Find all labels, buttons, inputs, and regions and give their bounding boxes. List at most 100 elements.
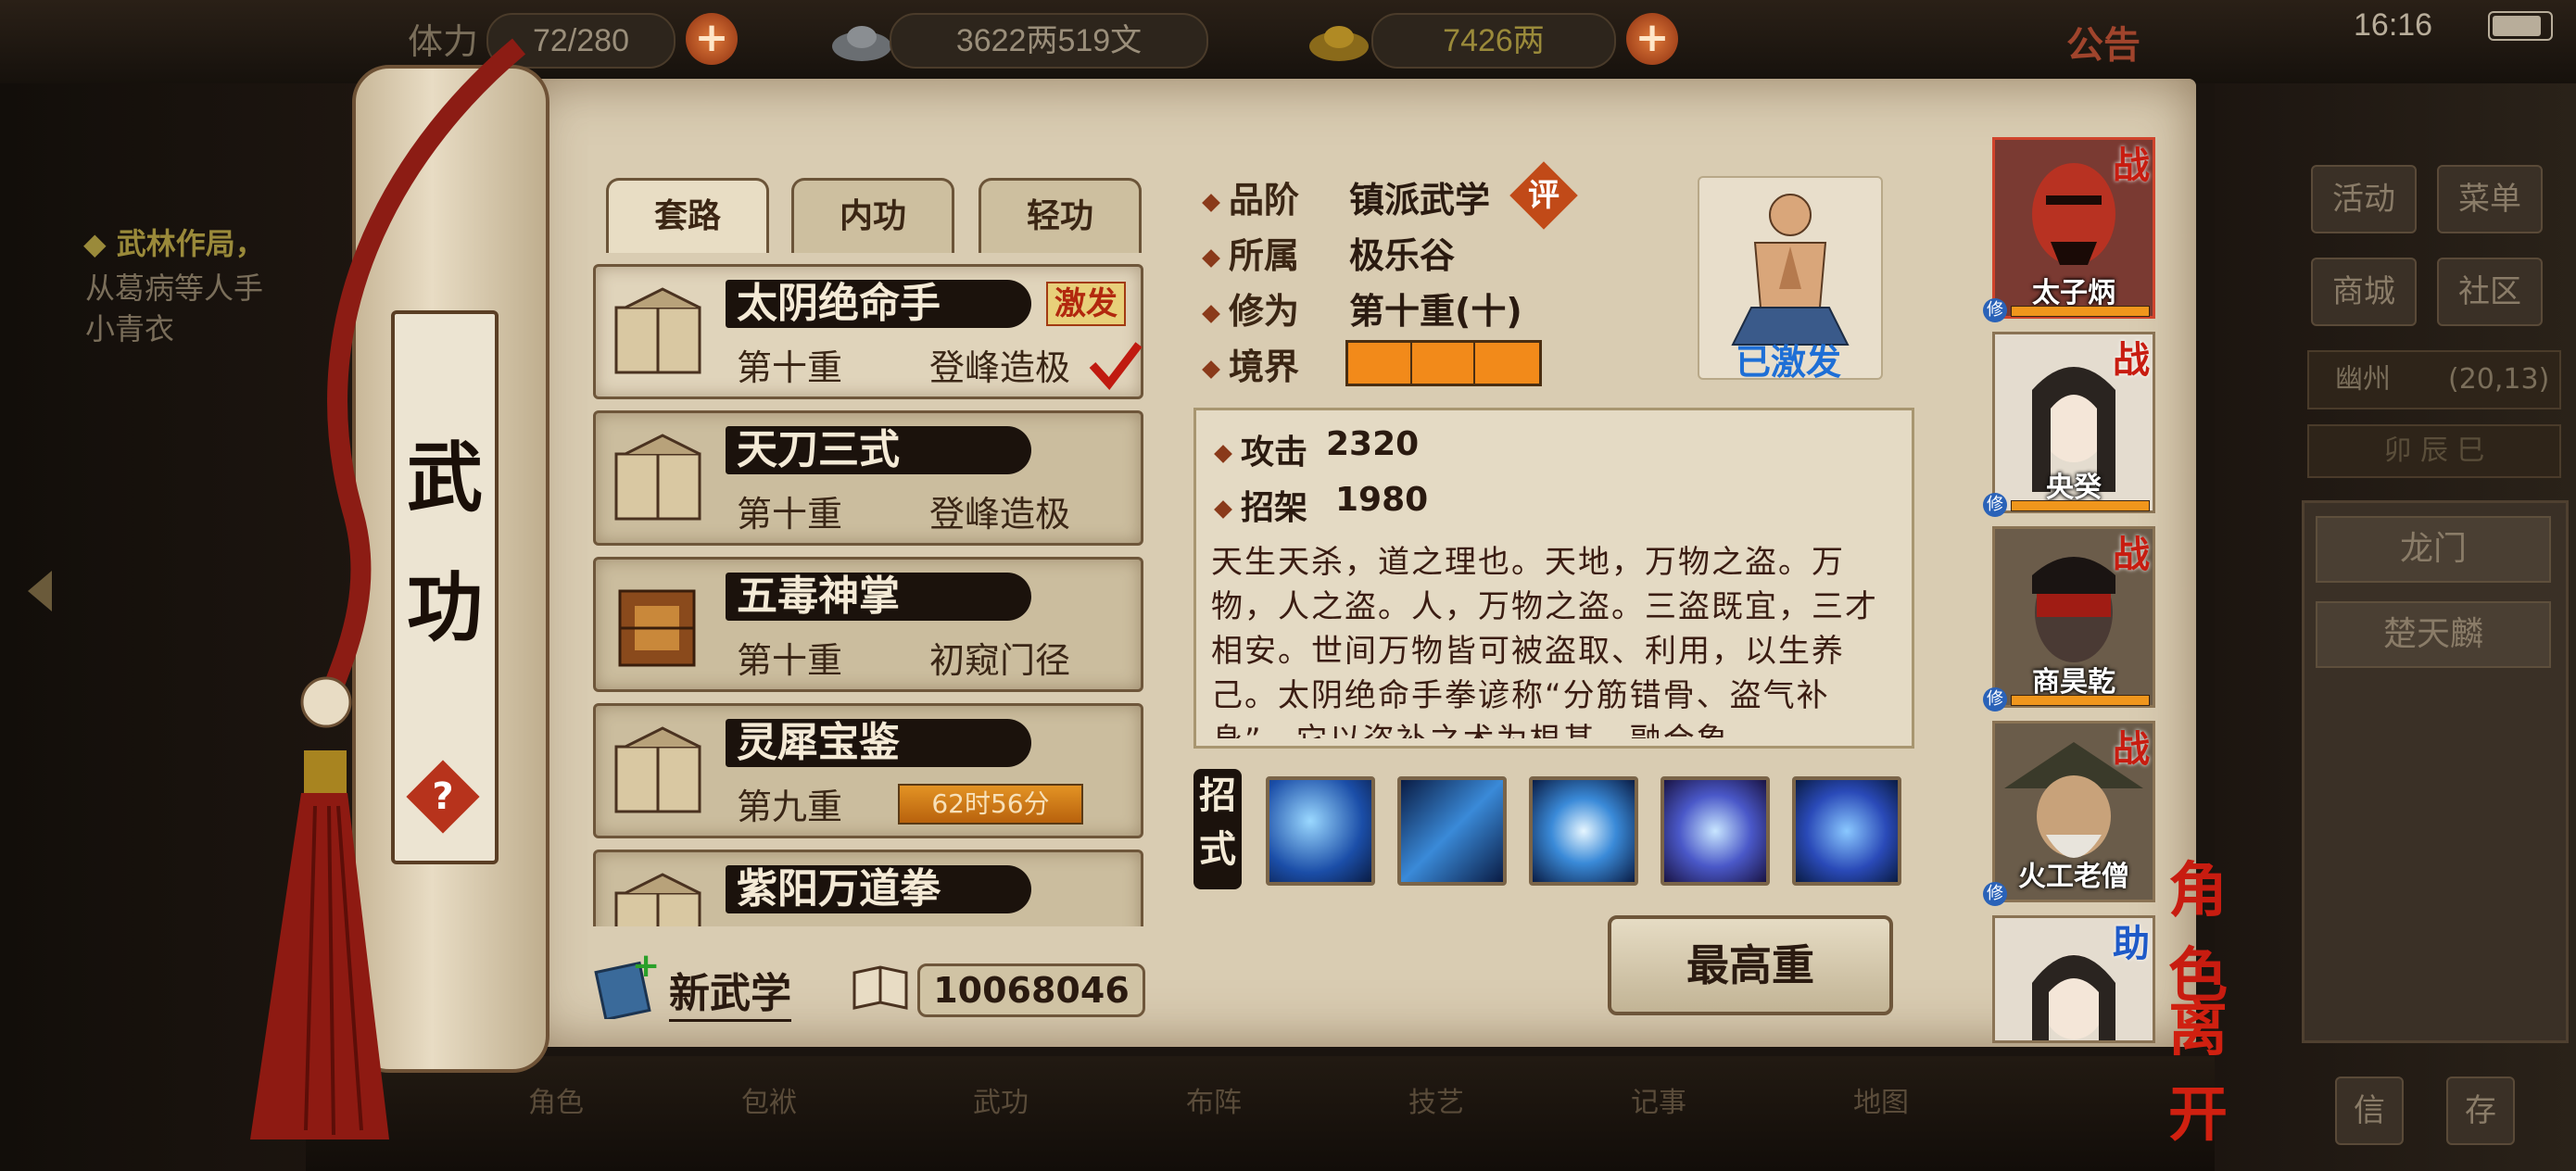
parry-label: 招架 bbox=[1214, 481, 1307, 529]
belong-label: 所属 bbox=[1202, 227, 1299, 278]
move-slot-4[interactable] bbox=[1661, 776, 1770, 886]
skill-item[interactable]: 太阴绝命手 激发 第十重 登峰造极 bbox=[593, 264, 1143, 399]
skill-rank: 登峰造极 bbox=[929, 494, 1071, 535]
training-timer: 62时56分 bbox=[898, 784, 1083, 825]
new-skill-button[interactable]: + 新武学 bbox=[593, 954, 815, 1022]
menu-button[interactable]: 菜单 bbox=[2437, 165, 2543, 233]
battle-badge: 战 bbox=[2113, 533, 2150, 576]
skill-name: 灵犀宝鉴 bbox=[737, 719, 900, 766]
cultivate-bar bbox=[2011, 500, 2150, 511]
checkmark-icon bbox=[1089, 342, 1143, 391]
nav-martial[interactable]: 武功 bbox=[973, 1079, 1103, 1163]
battle-badge: 战 bbox=[2113, 338, 2150, 382]
cultivation-value: 第十重(十) bbox=[1349, 291, 1522, 332]
realm-label: 境界 bbox=[1202, 338, 1299, 389]
description-box: 攻击 2320 招架 1980 天生天杀，道之理也。天地，万物之盗。万物，人之盗… bbox=[1193, 408, 1914, 749]
skill-name: 太阴绝命手 bbox=[737, 280, 941, 327]
new-skill-label: 新武学 bbox=[669, 960, 791, 1022]
tassel-decoration bbox=[250, 38, 526, 1140]
battle-badge: 战 bbox=[2113, 727, 2150, 771]
location-coords: (20,13) bbox=[2448, 363, 2550, 396]
silver-amount: 3622两519文 bbox=[890, 13, 1208, 69]
mail-button[interactable]: 信 bbox=[2335, 1077, 2404, 1145]
cultivate-icon: 修 bbox=[1983, 493, 2007, 517]
nav-formation[interactable]: 布阵 bbox=[1186, 1079, 1316, 1163]
skill-level: 第十重 bbox=[737, 640, 843, 681]
skill-name: 紫阳万道拳 bbox=[737, 865, 941, 913]
grade-value: 镇派武学 bbox=[1349, 180, 1491, 220]
move-slot-1[interactable] bbox=[1266, 776, 1375, 886]
npc-item[interactable]: 龙门 bbox=[2316, 516, 2551, 583]
max-level-button[interactable]: 最高重 bbox=[1608, 915, 1893, 1015]
tab-routine[interactable]: 套路 bbox=[606, 178, 769, 253]
time-of-day-bar: 卯 辰 巳 bbox=[2307, 424, 2561, 478]
cultivate-bar bbox=[2011, 695, 2150, 706]
attack-label: 攻击 bbox=[1214, 425, 1307, 473]
evaluate-label: 评 bbox=[1528, 177, 1559, 214]
svg-text:+: + bbox=[632, 954, 658, 985]
nav-map[interactable]: 地图 bbox=[1853, 1079, 1983, 1163]
martial-points: 10068046 bbox=[917, 963, 1145, 1017]
gold-ingot-icon bbox=[1309, 26, 1369, 61]
nav-bag[interactable]: 包袱 bbox=[741, 1079, 871, 1163]
location-name: 幽州 bbox=[2335, 363, 2391, 396]
move-slot-2[interactable] bbox=[1397, 776, 1507, 886]
add-stamina-button[interactable]: + bbox=[686, 13, 738, 65]
skill-level: 第十重 bbox=[737, 347, 843, 388]
scroll-book-icon bbox=[618, 589, 696, 667]
cultivation-label: 修为 bbox=[1202, 283, 1299, 334]
book-icon bbox=[614, 873, 701, 926]
book-icon bbox=[614, 434, 701, 521]
skill-rank: 登峰造极 bbox=[929, 347, 1071, 388]
cultivate-icon: 修 bbox=[1983, 687, 2007, 711]
skill-list[interactable]: 太阴绝命手 激发 第十重 登峰造极 天刀三式 第十重 登峰造极 五毒神掌 第十重… bbox=[593, 264, 1149, 926]
skill-item[interactable]: 五毒神掌 第十重 初窥门径 bbox=[593, 557, 1143, 692]
clock: 16:16 bbox=[2354, 7, 2433, 43]
npc-list: 龙门 楚天麟 bbox=[2302, 500, 2569, 1043]
add-gold-button[interactable]: + bbox=[1626, 13, 1678, 65]
skill-item[interactable]: 天刀三式 第十重 登峰造极 bbox=[593, 410, 1143, 546]
cultivate-icon: 修 bbox=[1983, 298, 2007, 322]
realm-bar bbox=[1345, 340, 1542, 386]
silver-ingot-icon bbox=[832, 26, 891, 61]
skill-rank: 初窥门径 bbox=[929, 640, 1071, 681]
skill-level: 第九重 bbox=[737, 787, 843, 827]
activity-button[interactable]: 活动 bbox=[2311, 165, 2417, 233]
notice-button[interactable]: 公告 bbox=[2066, 15, 2140, 69]
skill-item[interactable]: 灵犀宝鉴 第九重 62时56分 bbox=[593, 703, 1143, 838]
activated-badge: 激发 bbox=[1046, 282, 1126, 326]
location-bar: 幽州 (20,13) bbox=[2307, 350, 2561, 409]
nav-journal[interactable]: 记事 bbox=[1631, 1079, 1761, 1163]
book-icon bbox=[614, 726, 701, 813]
leave-button[interactable]: 离开 bbox=[2168, 982, 2279, 1150]
assist-badge: 助 bbox=[2113, 922, 2150, 965]
arrow-left-icon[interactable] bbox=[20, 563, 57, 619]
belong-value: 极乐谷 bbox=[1349, 235, 1456, 276]
save-button[interactable]: 存 bbox=[2446, 1077, 2515, 1145]
skill-item[interactable]: 紫阳万道拳 bbox=[593, 850, 1143, 926]
new-book-icon: + bbox=[594, 954, 658, 1019]
activated-status: 已激发 bbox=[1735, 342, 1841, 383]
gold-amount: 7426两 bbox=[1371, 13, 1616, 69]
cultivate-bar bbox=[2011, 306, 2150, 317]
book-icon bbox=[614, 287, 701, 374]
tab-lightness[interactable]: 轻功 bbox=[979, 178, 1142, 253]
npc-item[interactable]: 楚天麟 bbox=[2316, 601, 2551, 668]
battery-level bbox=[2493, 16, 2541, 36]
skill-name: 天刀三式 bbox=[737, 426, 900, 473]
skill-description: 天生天杀，道之理也。天地，万物之盗。万物，人之盗。人，万物之盗。三盗既宜，三才相… bbox=[1211, 544, 1878, 738]
role-button[interactable]: 角色 bbox=[2168, 843, 2279, 1011]
tab-inner[interactable]: 内功 bbox=[791, 178, 954, 253]
skill-level: 第十重 bbox=[737, 494, 843, 535]
move-slot-5[interactable] bbox=[1792, 776, 1901, 886]
shop-button[interactable]: 商城 bbox=[2311, 258, 2417, 326]
nav-skills[interactable]: 技艺 bbox=[1408, 1079, 1538, 1163]
parry-value: 1980 bbox=[1335, 481, 1429, 519]
cultivate-icon: 修 bbox=[1983, 882, 2007, 906]
grade-label: 品阶 bbox=[1202, 171, 1299, 222]
attack-value: 2320 bbox=[1326, 425, 1420, 463]
community-button[interactable]: 社区 bbox=[2437, 258, 2543, 326]
moves-label: 招式 bbox=[1193, 769, 1242, 889]
skill-name: 五毒神掌 bbox=[737, 573, 900, 620]
move-slot-3[interactable] bbox=[1529, 776, 1638, 886]
